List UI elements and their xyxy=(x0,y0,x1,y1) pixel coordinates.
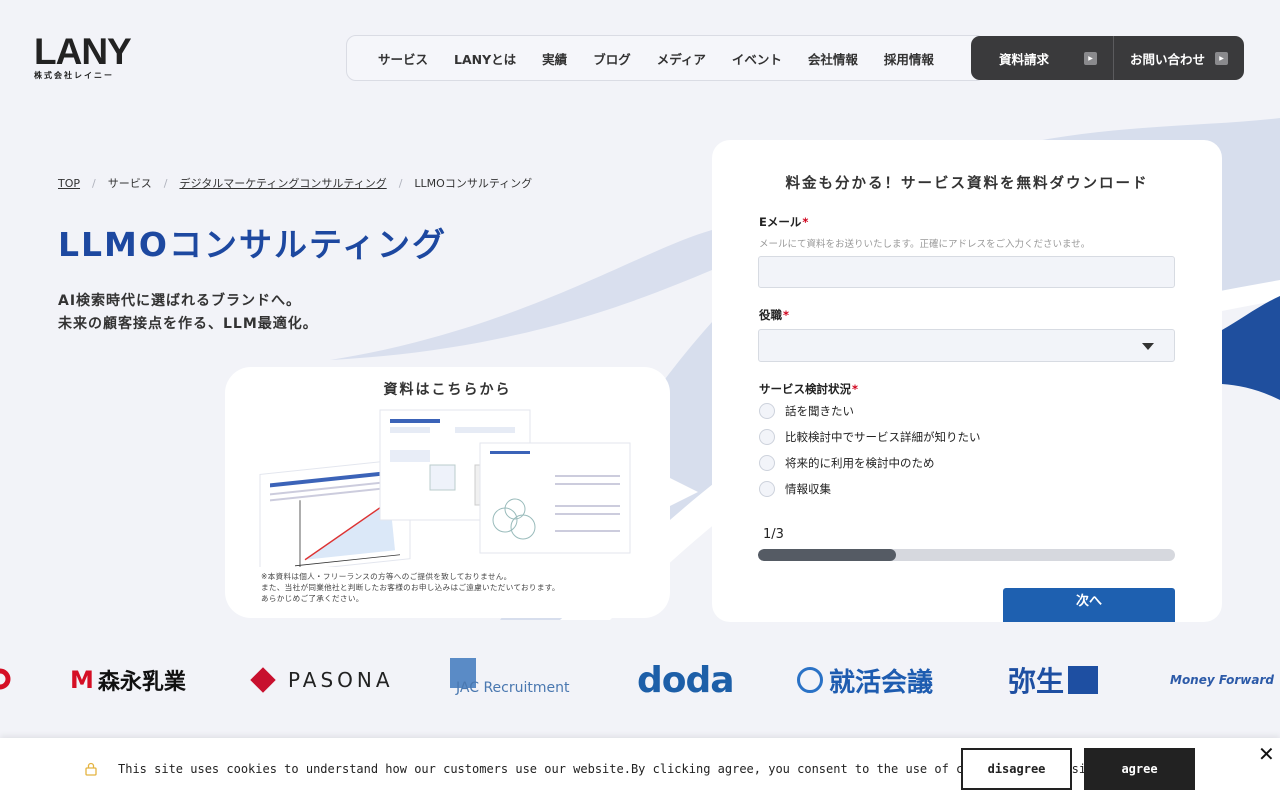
hero-lead-line2: 未来の顧客接点を作る、LLM最適化。 xyxy=(58,316,318,332)
email-label: Eメール* xyxy=(759,215,809,229)
contact-label: お問い合わせ xyxy=(1130,51,1206,67)
nav-item-service[interactable]: サービス xyxy=(378,49,428,68)
close-icon[interactable]: ✕ xyxy=(1258,744,1275,764)
form-progress-fill xyxy=(758,549,896,561)
nav-item-recruit[interactable]: 採用情報 xyxy=(884,49,934,68)
required-mark: * xyxy=(802,215,809,229)
role-label: 役職* xyxy=(759,308,790,322)
required-mark: * xyxy=(783,308,790,322)
radio-circle[interactable] xyxy=(759,455,775,471)
play-arrow-icon: ▶ xyxy=(1084,51,1097,65)
status-option-future[interactable]: 将来的に利用を検討中のため xyxy=(759,455,935,471)
partial-logo xyxy=(0,668,11,690)
morinaga-mark-icon: M xyxy=(70,666,94,694)
logo-doda: doda xyxy=(637,659,735,701)
next-button[interactable]: 次へ xyxy=(1003,588,1175,622)
header-cta-group: 資料請求 ▶ お問い合わせ ▶ xyxy=(971,36,1244,80)
document-notice-line2: また、当社が同業他社と判断したお客様のお申し込みはご遠慮いただいております。 xyxy=(261,583,560,592)
form-progress-bar xyxy=(758,549,1175,561)
document-card-title: 資料はこちらから xyxy=(383,382,512,398)
form-step-indicator: 1/3 xyxy=(763,527,784,542)
document-notice-line1: ※本資料は個人・フリーランスの方等へのご提供を致しておりません。 xyxy=(261,572,512,581)
cookie-banner: This site uses cookies to understand how… xyxy=(0,738,1280,800)
logo-jac: JAC Recruitment xyxy=(450,650,569,710)
breadcrumb-separator: / xyxy=(398,176,403,190)
logo-shukatsu-kaigi: 就活会議 xyxy=(797,650,933,710)
logo-yayoi: 弥生 xyxy=(1008,650,1099,710)
status-option-info[interactable]: 情報収集 xyxy=(759,481,831,497)
breadcrumb-separator: / xyxy=(163,176,168,190)
request-docs-button[interactable]: 資料請求 ▶ xyxy=(971,36,1113,80)
client-logo-strip: M 森永乳業 PASONA JAC Recruitment doda 就活会議 … xyxy=(0,650,1280,710)
radio-circle[interactable] xyxy=(759,429,775,445)
arrow-box-icon xyxy=(1068,666,1099,694)
role-select[interactable] xyxy=(758,329,1175,362)
lock-icon xyxy=(85,762,97,776)
page-title: LLMOコンサルティング xyxy=(58,225,447,264)
site-logo[interactable]: LANY 株式会社レイニー xyxy=(34,31,132,81)
nav-item-media[interactable]: メディア xyxy=(657,49,706,68)
breadcrumb-digital-marketing[interactable]: デジタルマーケティングコンサルティング xyxy=(179,175,386,191)
breadcrumb: TOP / サービス / デジタルマーケティングコンサルティング / LLMOコ… xyxy=(58,175,532,191)
status-option-hear[interactable]: 話を聞きたい xyxy=(759,403,854,419)
nav-item-works[interactable]: 実績 xyxy=(542,49,567,68)
cookie-agree-button[interactable]: agree xyxy=(1084,748,1195,790)
breadcrumb-top[interactable]: TOP xyxy=(58,177,80,190)
chevron-down-icon xyxy=(1142,343,1154,350)
hero-lead: AI検索時代に選ばれるブランドへ。 未来の顧客接点を作る、LLM最適化。 xyxy=(58,290,318,336)
logo-moneyforward: Money Forward xyxy=(1170,673,1274,687)
breadcrumb-current: LLMOコンサルティング xyxy=(414,177,533,190)
radio-circle[interactable] xyxy=(759,481,775,497)
cookie-disagree-button[interactable]: disagree xyxy=(961,748,1072,790)
form-title: 料金も分かる！サービス資料を無料ダウンロード xyxy=(785,176,1149,192)
global-nav: サービス LANYとは 実績 ブログ メディア イベント 会社情報 採用情報 xyxy=(346,35,986,81)
radio-circle[interactable] xyxy=(759,403,775,419)
breadcrumb-service: サービス xyxy=(107,177,152,190)
request-docs-label: 資料請求 xyxy=(999,51,1050,67)
status-label: サービス検討状況* xyxy=(759,382,859,396)
logo-wordmark: LANY xyxy=(34,31,132,72)
cookie-message: This site uses cookies to understand how… xyxy=(118,762,1108,776)
nav-item-event[interactable]: イベント xyxy=(732,49,782,68)
play-arrow-icon: ▶ xyxy=(1215,51,1228,65)
hero-lead-line1: AI検索時代に選ばれるブランドへ。 xyxy=(58,293,302,309)
nav-item-blog[interactable]: ブログ xyxy=(593,49,631,68)
required-mark: * xyxy=(852,382,859,396)
document-notice-line3: あらかじめご了承ください。 xyxy=(261,594,364,603)
pasona-mark-icon xyxy=(250,667,276,693)
download-form: 料金も分かる！サービス資料を無料ダウンロード Eメール* メールにて資料をお送り… xyxy=(712,140,1222,622)
email-input[interactable] xyxy=(758,256,1175,288)
logo-morinaga: M 森永乳業 xyxy=(70,666,186,695)
document-notice: ※本資料は個人・フリーランスの方等へのご提供を致しておりません。 また、当社が同… xyxy=(261,571,560,604)
document-preview-card: 資料はこちらから ※本資料は個人・フリーランスの方等へのご提供を致しておりません… xyxy=(225,367,670,618)
logo-pasona: PASONA xyxy=(250,650,394,710)
breadcrumb-separator: / xyxy=(92,176,96,190)
contact-button[interactable]: お問い合わせ ▶ xyxy=(1113,36,1244,80)
document-card-pointer xyxy=(668,477,698,507)
nav-item-about[interactable]: LANYとは xyxy=(454,49,516,68)
nav-item-company[interactable]: 会社情報 xyxy=(808,49,858,68)
compass-icon xyxy=(797,667,823,693)
email-hint: メールにて資料をお送りいたします。正確にアドレスをご入力くださいませ。 xyxy=(759,239,1091,250)
document-preview-image xyxy=(259,409,631,567)
status-option-compare[interactable]: 比較検討中でサービス詳細が知りたい xyxy=(759,429,981,445)
